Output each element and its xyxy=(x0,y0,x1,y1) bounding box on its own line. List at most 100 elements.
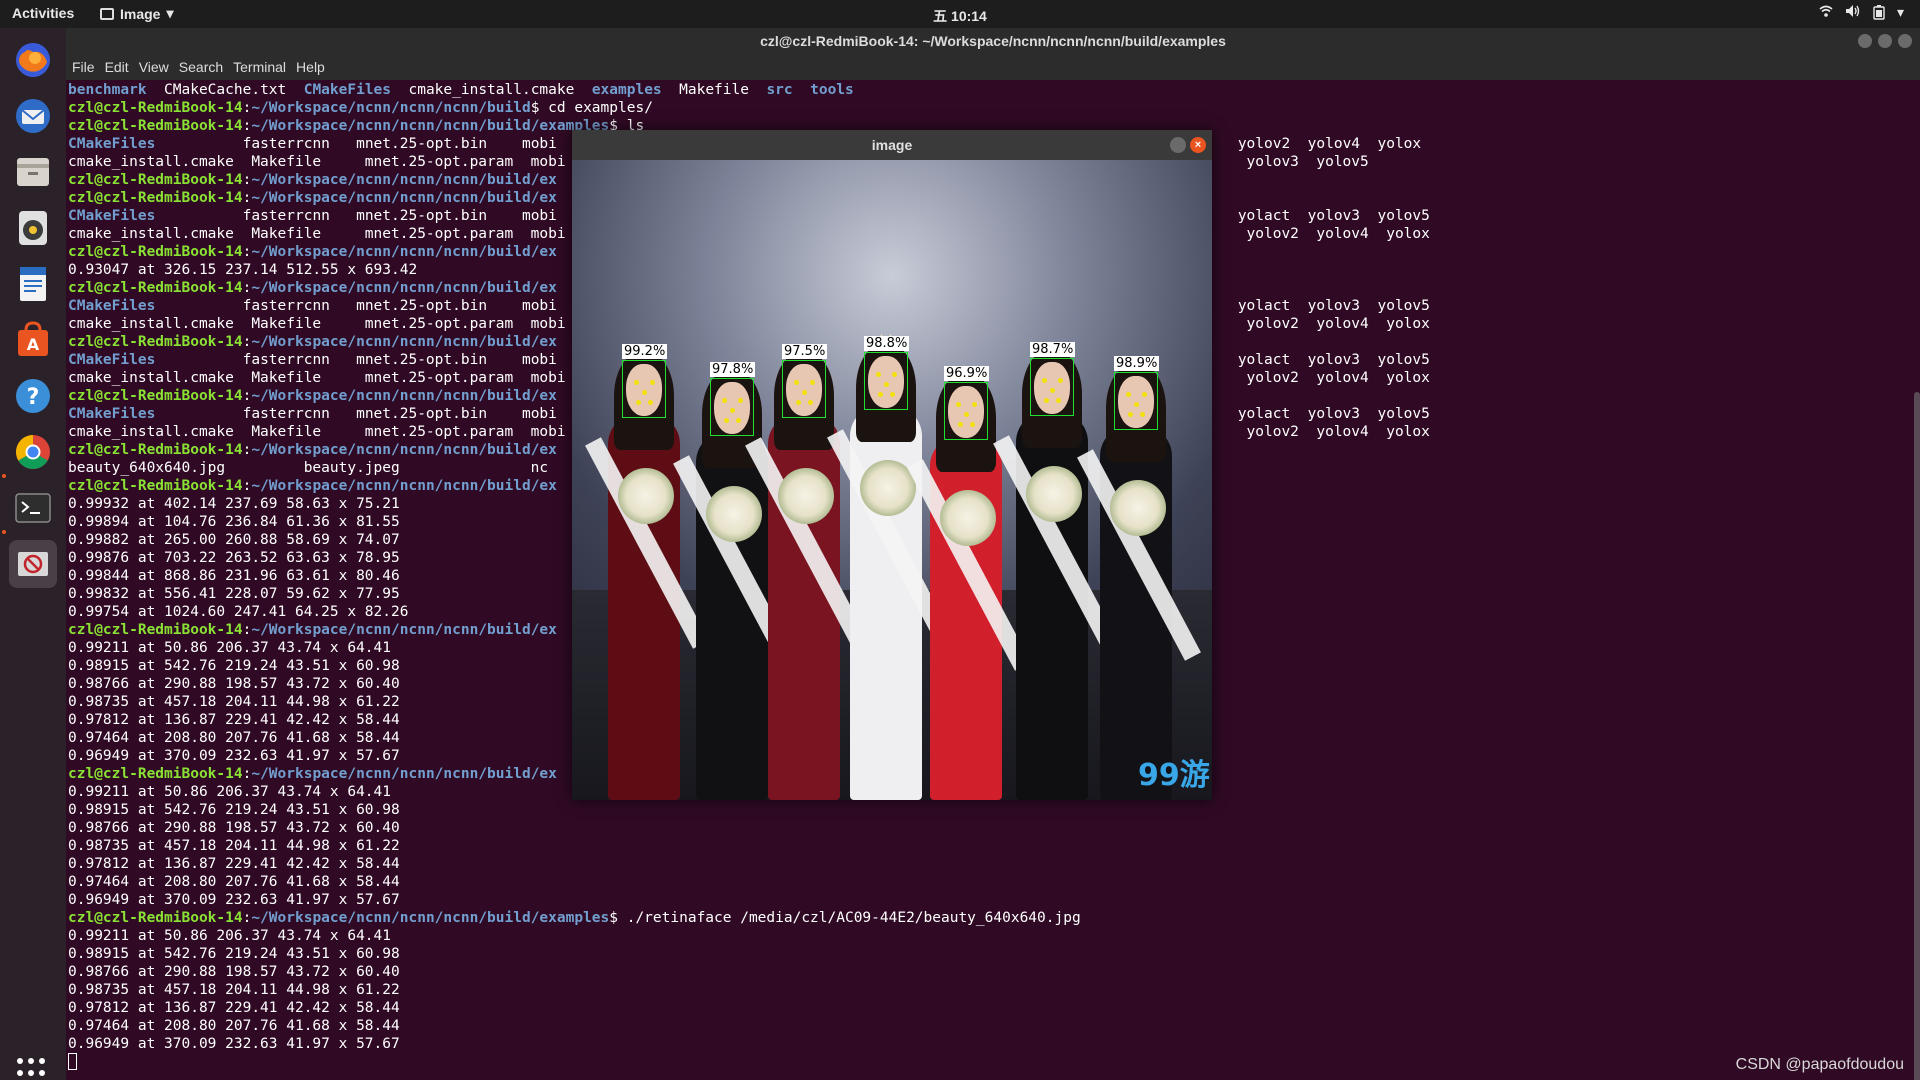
person-bouquet xyxy=(618,468,674,524)
face-landmark xyxy=(810,380,815,385)
terminal-line: 0.98915 at 542.76 219.24 43.51 x 60.98 xyxy=(68,801,1920,819)
terminal-text: 0.98766 at 290.88 198.57 43.72 x 60.40 xyxy=(68,676,400,692)
chevron-down-icon: ▾ xyxy=(1896,4,1904,20)
firefox-icon xyxy=(16,43,50,77)
terminal-text: cmake_install.cmake Makefile mnet.25-opt… xyxy=(68,316,566,332)
person-bouquet xyxy=(706,486,762,542)
terminal-text: 0.99894 at 104.76 236.84 61.36 x 81.55 xyxy=(68,514,400,530)
face-landmark xyxy=(884,382,889,387)
app-menu[interactable]: Image ▾ xyxy=(100,5,174,22)
terminal-text: ~/Workspace/ncnn/ncnn/ncnn/build/example… xyxy=(251,118,610,134)
menu-edit[interactable]: Edit xyxy=(105,59,129,75)
dock-image-app[interactable] xyxy=(9,540,57,588)
dock-rhythmbox[interactable] xyxy=(9,204,57,252)
chevron-down-icon: ▾ xyxy=(166,5,174,21)
terminal-text: 0.99876 at 703.22 263.52 63.63 x 78.95 xyxy=(68,550,400,566)
menu-terminal[interactable]: Terminal xyxy=(233,59,286,75)
face-landmark xyxy=(1044,398,1049,403)
terminal-text: 0.98915 at 542.76 219.24 43.51 x 60.98 xyxy=(68,658,400,674)
dock-help[interactable]: ? xyxy=(9,372,57,420)
face-landmark xyxy=(892,372,897,377)
show-applications-icon[interactable] xyxy=(17,1058,47,1080)
terminal-titlebar[interactable]: czl@czl-RedmiBook-14: ~/Workspace/ncnn/n… xyxy=(66,28,1920,54)
face-landmark xyxy=(878,392,883,397)
menu-help[interactable]: Help xyxy=(296,59,325,75)
terminal-text: ~/Workspace/ncnn/ncnn/ncnn/build/ex xyxy=(251,172,557,188)
face-landmark xyxy=(958,422,963,427)
face-landmark xyxy=(722,398,727,403)
terminal-text: fasterrcnn mnet.25-opt.bin mobi xyxy=(155,406,557,422)
terminal-text: fasterrcnn mnet.25-opt.bin mobi xyxy=(155,352,557,368)
face-landmark xyxy=(642,390,647,395)
terminal-text: cmake_install.cmake Makefile mnet.25-opt… xyxy=(68,226,566,242)
face-confidence-label: 96.9% xyxy=(944,366,990,381)
dock-terminal[interactable] xyxy=(9,484,57,532)
terminal-text: ~/Workspace/ncnn/ncnn/ncnn/build/ex xyxy=(251,622,557,638)
terminal-text: 0.97812 at 136.87 229.41 42.42 x 58.44 xyxy=(68,712,400,728)
terminal-text: 0.97812 at 136.87 229.41 42.42 x 58.44 xyxy=(68,1000,400,1016)
terminal-text: CMakeFiles xyxy=(68,352,156,368)
terminal-text: 0.99754 at 1024.60 247.41 64.25 x 82.26 xyxy=(68,604,409,620)
image-window-titlebar[interactable]: image xyxy=(572,130,1212,160)
detection-image: 99.2% 97.8% 97.5% 98.8% 96.9% 98.7% 98.9% 99游戏 xyxy=(572,160,1212,800)
terminal-text: czl@czl-RedmiBook-14 xyxy=(68,910,243,926)
terminal-text: CMakeFiles xyxy=(68,208,156,224)
menu-file[interactable]: File xyxy=(72,59,95,75)
dock-files[interactable] xyxy=(9,148,57,196)
face-landmark xyxy=(1134,402,1139,407)
terminal-line: 0.96949 at 370.09 232.63 41.97 x 57.67 xyxy=(68,1035,1920,1053)
dock-chrome[interactable] xyxy=(9,428,57,476)
chrome-icon xyxy=(16,435,50,469)
terminal-text: cmake_install.cmake Makefile mnet.25-opt… xyxy=(68,154,566,170)
system-tray[interactable]: ▾ xyxy=(1819,4,1904,23)
terminal-text: CMakeFiles xyxy=(68,136,156,152)
menu-search[interactable]: Search xyxy=(179,59,223,75)
terminal-line: 0.98915 at 542.76 219.24 43.51 x 60.98 xyxy=(68,945,1920,963)
terminal-text: cmake_install.cmake Makefile mnet.25-opt… xyxy=(68,424,566,440)
close-button[interactable] xyxy=(1898,34,1912,48)
terminal-icon xyxy=(15,493,51,523)
face-detection-box xyxy=(622,360,666,418)
terminal-line: benchmark CMakeCache.txt CMakeFiles cmak… xyxy=(68,81,1920,99)
terminal-text: ~/Workspace/ncnn/ncnn/ncnn/build/ex xyxy=(251,334,557,350)
face-confidence-label: 98.8% xyxy=(864,336,910,351)
terminal-text: CMakeFiles xyxy=(68,298,156,314)
activities-button[interactable]: Activities xyxy=(12,5,74,21)
face-detection-box xyxy=(1030,358,1074,416)
dock-firefox[interactable] xyxy=(9,36,57,84)
terminal-text: beauty_640x640.jpg beauty.jpeg nc xyxy=(68,460,549,476)
face-landmark xyxy=(634,380,639,385)
clock[interactable]: 五 10:14 xyxy=(933,8,987,24)
minimize-button[interactable] xyxy=(1170,137,1186,153)
image-window[interactable]: image × 99.2% 97.8% 97.5% 98.8% 96.9% 98.7% 98… xyxy=(572,130,1212,800)
dock-software[interactable]: A xyxy=(9,316,57,364)
image-window-title: image xyxy=(871,137,913,153)
terminal-scrollbar[interactable] xyxy=(1914,392,1920,1080)
app-menu-label: Image xyxy=(120,5,161,22)
face-confidence-label: 98.9% xyxy=(1114,356,1160,371)
maximize-button[interactable] xyxy=(1878,34,1892,48)
face-landmark xyxy=(1142,392,1147,397)
face-landmark xyxy=(808,400,813,405)
dock-writer[interactable] xyxy=(9,260,57,308)
face-detection-box xyxy=(710,378,754,436)
terminal-text: 0.99882 at 265.00 260.88 58.69 x 74.07 xyxy=(68,532,400,548)
terminal-text: ~/Workspace/ncnn/ncnn/ncnn/build/ex xyxy=(251,280,557,296)
wifi-icon xyxy=(1819,4,1833,23)
minimize-button[interactable] xyxy=(1858,34,1872,48)
close-button[interactable]: × xyxy=(1190,137,1206,153)
clock-container: 五 10:14 xyxy=(0,6,1920,26)
face-detection-box xyxy=(944,382,988,440)
face-landmark xyxy=(890,392,895,397)
terminal-line: 0.96949 at 370.09 232.63 41.97 x 57.67 xyxy=(68,891,1920,909)
terminal-text: ~/Workspace/ncnn/ncnn/ncnn/build xyxy=(251,100,531,116)
face-landmark xyxy=(724,418,729,423)
face-confidence-label: 98.7% xyxy=(1030,342,1076,357)
thunderbird-icon xyxy=(16,99,50,133)
face-landmark xyxy=(794,380,799,385)
terminal-title: czl@czl-RedmiBook-14: ~/Workspace/ncnn/n… xyxy=(760,33,1226,49)
terminal-text: czl@czl-RedmiBook-14 xyxy=(68,100,243,116)
terminal-text: ~/Workspace/ncnn/ncnn/ncnn/build/ex xyxy=(251,388,557,404)
menu-view[interactable]: View xyxy=(139,59,169,75)
dock-thunderbird[interactable] xyxy=(9,92,57,140)
